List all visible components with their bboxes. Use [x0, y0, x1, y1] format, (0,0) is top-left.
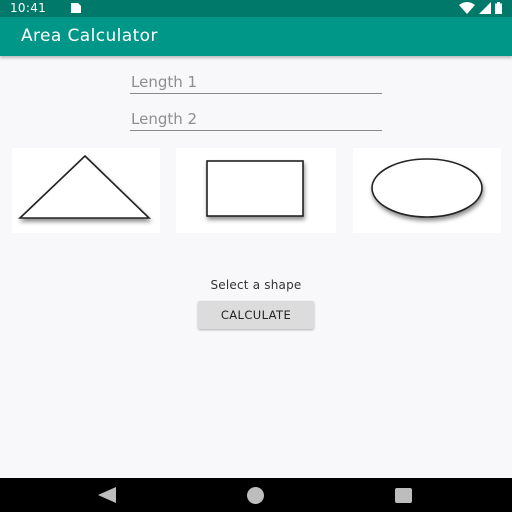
- calculate-button[interactable]: CALCULATE: [198, 301, 314, 329]
- length2-field[interactable]: [130, 109, 382, 131]
- back-icon[interactable]: [98, 487, 116, 503]
- triangle-icon: [18, 154, 151, 219]
- app-bar: Area Calculator: [0, 17, 512, 56]
- length1-field[interactable]: [130, 72, 382, 94]
- app-title: Area Calculator: [21, 26, 158, 46]
- status-bar: 10:41: [0, 0, 512, 17]
- select-shape-label: Select a shape: [210, 278, 302, 292]
- length1-input[interactable]: [130, 72, 382, 94]
- sd-card-icon: [71, 3, 81, 13]
- triangle-button[interactable]: [12, 148, 160, 233]
- circle-button[interactable]: [353, 148, 501, 233]
- circle-icon: [371, 158, 483, 218]
- battery-icon: [495, 2, 502, 14]
- wifi-icon: [459, 2, 475, 14]
- square-icon: [206, 160, 304, 217]
- recents-icon[interactable]: [395, 488, 412, 503]
- length2-input[interactable]: [130, 109, 382, 131]
- signal-icon: [479, 2, 491, 14]
- home-icon[interactable]: [247, 487, 264, 504]
- square-button[interactable]: [176, 148, 336, 233]
- status-icons: [459, 2, 502, 14]
- nav-bar: [0, 478, 512, 512]
- status-time: 10:41: [10, 1, 47, 15]
